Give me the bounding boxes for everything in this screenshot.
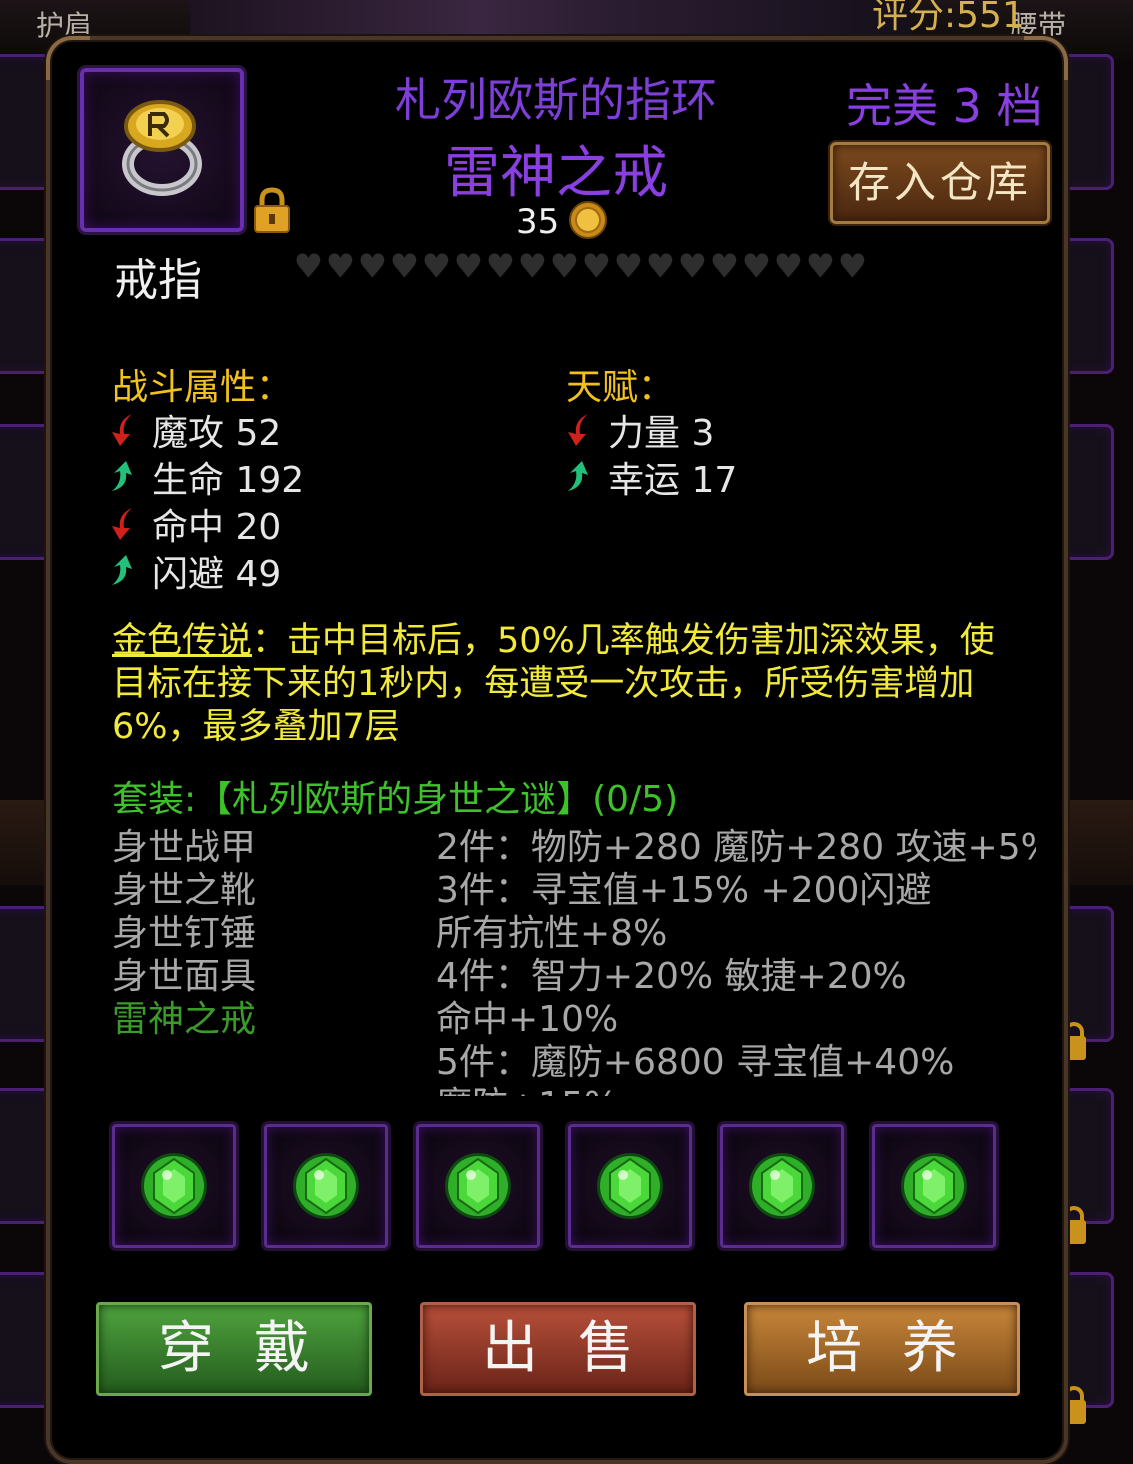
- set-title: 套装:【札列欧斯的身世之谜】(0/5): [112, 779, 679, 820]
- heart-icon: ♥: [454, 247, 483, 285]
- set-bonus-line: 魔防+15%: [436, 1084, 1036, 1096]
- item-slot-type: 戒指: [114, 255, 202, 306]
- green-gem-icon: [293, 1153, 359, 1219]
- item-grade: 完美 3 档: [846, 79, 1043, 133]
- gem-socket[interactable]: [264, 1124, 388, 1248]
- set-item: 身世面具: [112, 956, 257, 997]
- gem-socket[interactable]: [568, 1124, 692, 1248]
- enhance-hearts-row: ♥ ♥ ♥ ♥ ♥ ♥ ♥ ♥ ♥ ♥ ♥ ♥ ♥ ♥ ♥ ♥ ♥ ♥: [294, 247, 867, 285]
- item-price: 35: [516, 202, 560, 242]
- combat-stat-label: 魔攻 52: [152, 413, 282, 454]
- set-item: 身世钉锤: [112, 913, 257, 954]
- heart-icon: ♥: [390, 247, 419, 285]
- heart-icon: ♥: [710, 247, 739, 285]
- green-gem-icon: [901, 1153, 967, 1219]
- item-icon-frame[interactable]: [80, 68, 244, 232]
- gem-socket[interactable]: [416, 1124, 540, 1248]
- talent-stat-label: 幸运 17: [608, 460, 738, 501]
- combat-stat-row: 闪避 49: [108, 545, 281, 597]
- combat-stat-label: 闪避 49: [152, 554, 282, 595]
- sell-button[interactable]: 出售: [420, 1302, 696, 1396]
- talent-stat-label: 力量 3: [608, 413, 715, 454]
- item-subtitle: 雷神之戒: [444, 141, 668, 206]
- heart-icon: ♥: [742, 247, 771, 285]
- green-gem-icon: [749, 1153, 815, 1219]
- arrow-down-icon: [568, 414, 588, 446]
- gold-coin-icon: [569, 201, 607, 239]
- set-item: 雷神之戒: [112, 999, 257, 1040]
- set-bonus-line: 3件：寻宝值+15% +200闪避: [436, 870, 932, 911]
- arrow-up-icon: [568, 461, 588, 491]
- set-item: 身世战甲: [112, 827, 257, 868]
- gem-socket[interactable]: [720, 1124, 844, 1248]
- gem-socket[interactable]: [112, 1124, 236, 1248]
- set-item-list: 身世战甲 身世之靴 身世钉锤 身世面具 雷神之戒: [112, 826, 256, 1041]
- set-bonus-line: 所有抗性+8%: [436, 913, 668, 954]
- combat-stat-label: 命中 20: [152, 507, 282, 548]
- legendary-effect: 金色传说：击中目标后，50%几率触发伤害加深效果，使目标在接下来的1秒内，每遭受…: [112, 620, 1012, 749]
- gem-socket[interactable]: [872, 1124, 996, 1248]
- heart-icon: ♥: [550, 247, 579, 285]
- heart-icon: ♥: [486, 247, 515, 285]
- talent-title: 天赋：: [566, 367, 675, 408]
- lock-icon[interactable]: [252, 186, 292, 234]
- heart-icon: ♥: [646, 247, 675, 285]
- combat-stat-row: 生命 192: [108, 451, 304, 503]
- heart-icon: ♥: [806, 247, 835, 285]
- heart-icon: ♥: [518, 247, 547, 285]
- bg-score: 评分:551: [872, 0, 1025, 36]
- talent-stat-row: 力量 3: [564, 404, 714, 456]
- green-gem-icon: [597, 1153, 663, 1219]
- heart-icon: ♥: [294, 247, 323, 285]
- heart-icon: ♥: [678, 247, 707, 285]
- store-to-warehouse-button[interactable]: 存入仓库: [830, 142, 1050, 224]
- combat-stat-row: 命中 20: [108, 498, 281, 550]
- heart-icon: ♥: [582, 247, 611, 285]
- heart-icon: ♥: [614, 247, 643, 285]
- set-bonus-line: 命中+10%: [436, 999, 619, 1040]
- legendary-label[interactable]: 金色传说: [112, 621, 252, 661]
- talent-stat-row: 幸运 17: [564, 451, 737, 503]
- set-item: 身世之靴: [112, 870, 257, 911]
- heart-icon: ♥: [838, 247, 867, 285]
- wear-button[interactable]: 穿戴: [96, 1302, 372, 1396]
- train-button[interactable]: 培养: [744, 1302, 1020, 1396]
- arrow-up-icon: [112, 555, 132, 585]
- green-gem-icon: [141, 1153, 207, 1219]
- set-bonus-line: 5件：魔防+6800 寻宝值+40%: [436, 1042, 955, 1083]
- arrow-down-icon: [112, 508, 132, 540]
- green-gem-icon: [445, 1153, 511, 1219]
- combat-stat-label: 生命 192: [152, 460, 305, 501]
- combat-stat-row: 魔攻 52: [108, 404, 281, 456]
- ring-icon: [122, 100, 202, 196]
- heart-icon: ♥: [358, 247, 387, 285]
- arrow-down-icon: [112, 414, 132, 446]
- heart-icon: ♥: [774, 247, 803, 285]
- set-bonus-line: 4件：智力+20% 敏捷+20%: [436, 956, 907, 997]
- item-name: 札列欧斯的指环: [395, 73, 717, 127]
- combat-stats-title: 战斗属性：: [112, 367, 293, 408]
- set-bonus-scroll[interactable]: 2件：物防+280 魔防+280 攻速+5% 3件：寻宝值+15% +200闪避所…: [436, 826, 1036, 1096]
- item-detail-panel: 戒指 札列欧斯的指环 雷神之戒 35 完美 3 档 存入仓库 ♥ ♥ ♥ ♥ ♥ ♥ ♥ ♥ ♥…: [46, 36, 1068, 1464]
- arrow-up-icon: [112, 461, 132, 491]
- heart-icon: ♥: [326, 247, 355, 285]
- heart-icon: ♥: [422, 247, 451, 285]
- set-bonus-line: 2件：物防+280 魔防+280 攻速+5%: [436, 827, 1036, 868]
